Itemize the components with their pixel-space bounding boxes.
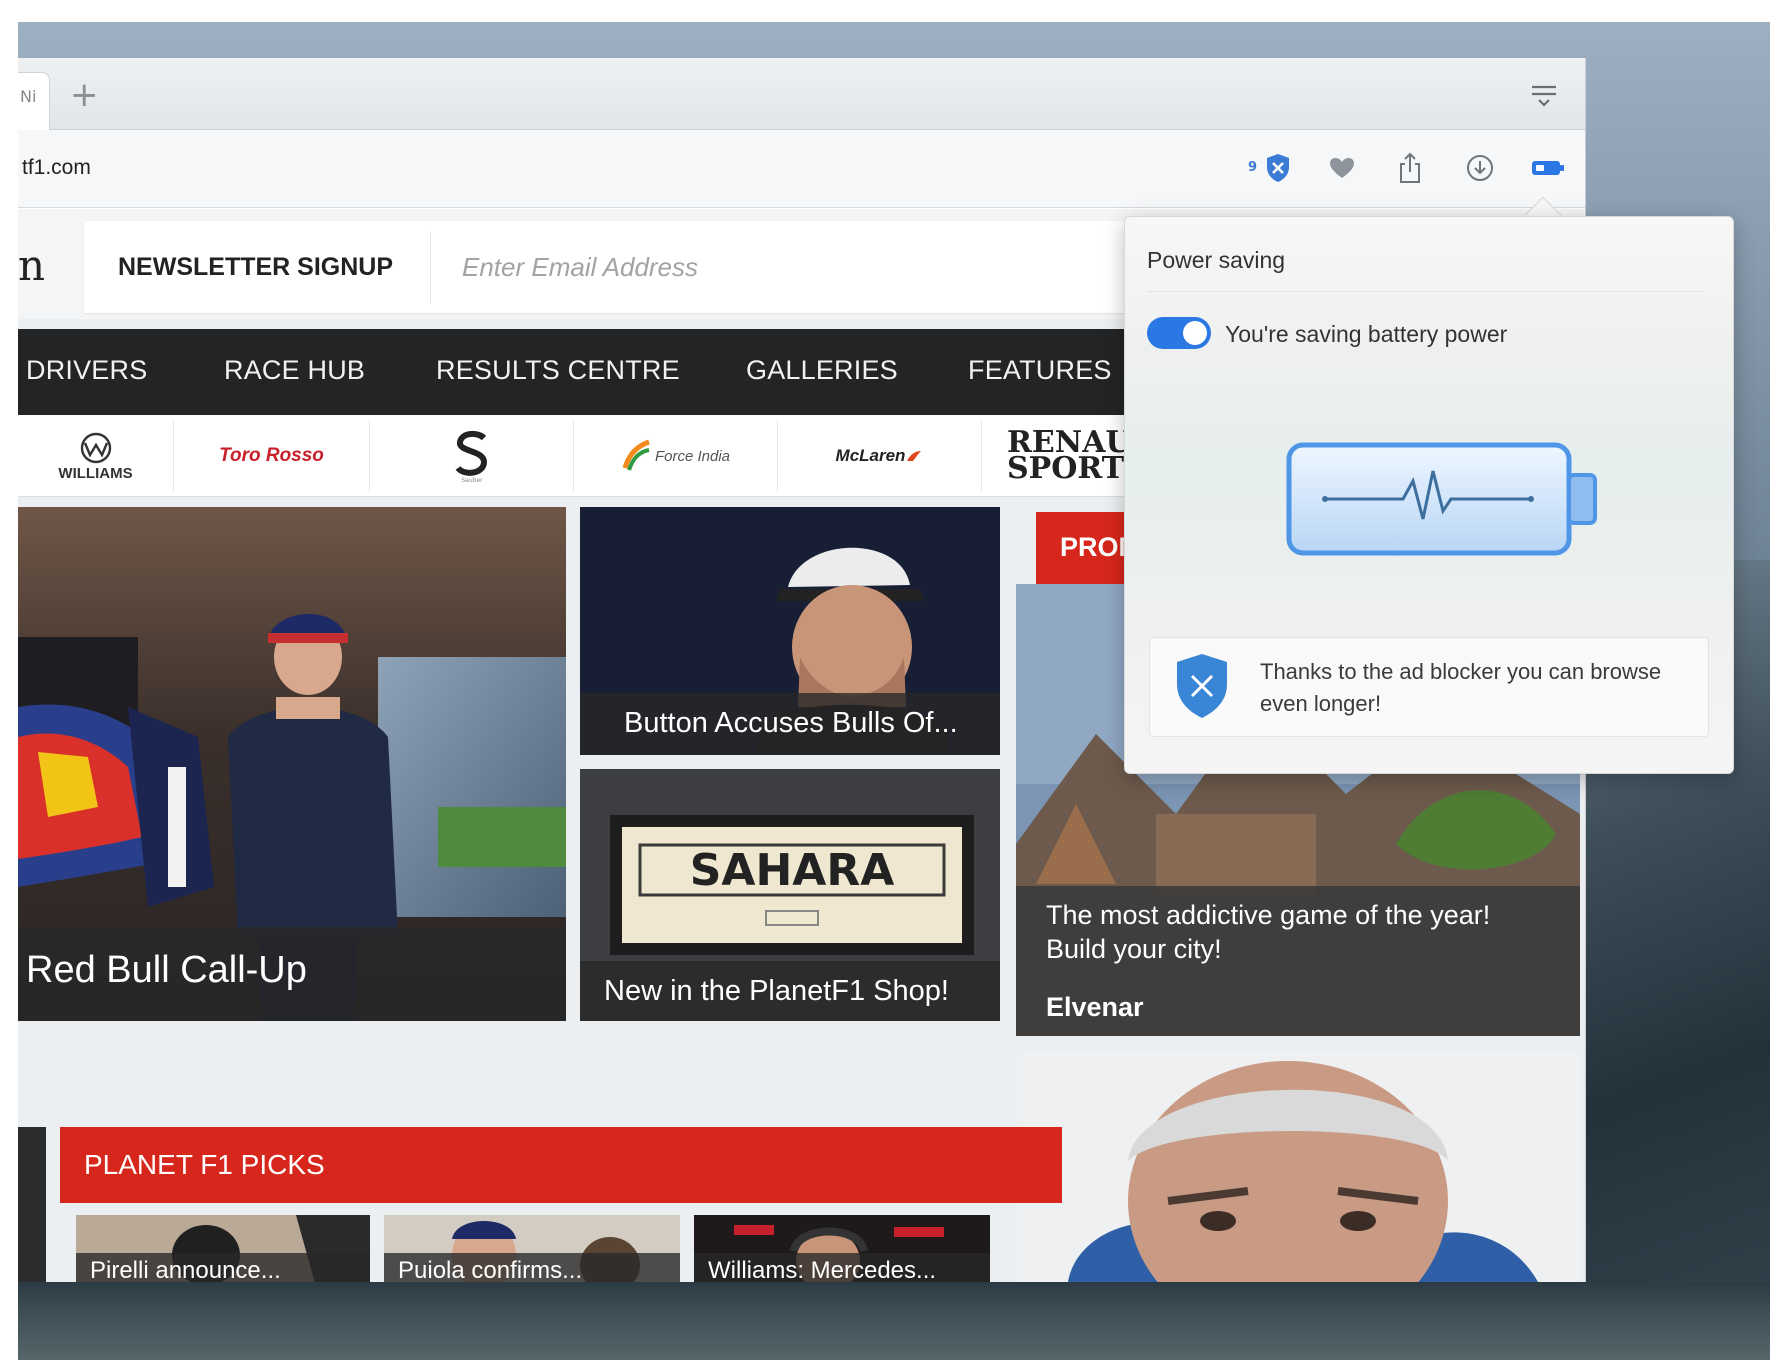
- address-bar: tf1.com 9: [18, 130, 1585, 208]
- shop-sign-text: SAHARA: [690, 845, 895, 896]
- popup-separator: [1147, 291, 1703, 292]
- story-portrait[interactable]: [1018, 1051, 1580, 1282]
- adblock-info-box: Thanks to the ad blocker you can browse …: [1149, 637, 1709, 737]
- share-icon[interactable]: [1392, 148, 1428, 188]
- story-button-caption: Button Accuses Bulls Of...: [624, 707, 958, 739]
- promo-source: Elvenar: [1046, 992, 1144, 1022]
- story-red-bull-caption-bar: Red Bull Call-Up: [18, 927, 566, 1021]
- nav-item-features[interactable]: FEATURES: [968, 355, 1112, 386]
- pick-pirelli-caption-bar: Pirelli announce...: [76, 1253, 370, 1282]
- shield-icon: [1177, 654, 1227, 718]
- team-name-sauber: Sauber: [461, 477, 483, 484]
- team-name-force-india: Force India: [654, 447, 731, 465]
- promo-caption-line-1: The most addictive game of the year!: [1046, 900, 1491, 930]
- pick-puiola-caption: Puiola confirms...: [398, 1257, 583, 1282]
- tab-current[interactable]: Ni: [18, 72, 50, 130]
- adblock-shield-icon[interactable]: [1260, 148, 1296, 188]
- newsletter-label: NEWSLETTER SIGNUP: [118, 253, 394, 281]
- story-shop-caption: New in the PlanetF1 Shop!: [604, 975, 949, 1007]
- story-button[interactable]: Button Accuses Bulls Of...: [580, 507, 1000, 755]
- team-name-toro-rosso: Toro Rosso: [219, 445, 324, 466]
- story-portrait-image: [1018, 1051, 1580, 1282]
- promo-caption-bar: The most addictive game of the year! Bui…: [1016, 886, 1580, 1036]
- team-logo-toro-rosso[interactable]: Toro Rosso: [174, 421, 370, 491]
- pick-item-williams[interactable]: Williams: Mercedes...: [694, 1215, 990, 1282]
- team-logo-williams[interactable]: WILLIAMS: [18, 421, 174, 491]
- heart-icon[interactable]: [1324, 148, 1360, 188]
- screen-border-top: [0, 0, 1770, 22]
- story-shop[interactable]: SAHARA New in the PlanetF1 Shop!: [580, 769, 1000, 1021]
- story-red-bull[interactable]: Red Bull Call-Up: [18, 507, 566, 1021]
- pick-pirelli-caption: Pirelli announce...: [90, 1257, 281, 1282]
- newsletter-divider: [430, 231, 431, 303]
- popup-title: Power saving: [1147, 247, 1286, 273]
- screen-border-left: [0, 0, 18, 1360]
- nav-item-results-centre[interactable]: RESULTS CENTRE: [436, 355, 680, 386]
- pick-item-pirelli[interactable]: Pirelli announce...: [76, 1215, 370, 1282]
- site-logo-fragment[interactable]: n: [18, 241, 45, 290]
- team-name-renault: RENAULT SPORT: [1007, 425, 1173, 486]
- power-saving-toggle-label: You're saving battery power: [1225, 321, 1508, 347]
- tab-menu-icon[interactable]: [1530, 84, 1558, 115]
- team-logo-force-india[interactable]: Force India: [574, 421, 778, 491]
- tab-label: Ni: [20, 87, 37, 106]
- adblock-count-badge: 9: [1248, 160, 1258, 175]
- download-icon[interactable]: [1462, 148, 1498, 188]
- nav-item-galleries[interactable]: GALLERIES: [746, 355, 898, 386]
- power-saving-popup: Power saving You're saving battery power…: [1124, 216, 1734, 774]
- toggle-knob: [1183, 321, 1207, 345]
- new-tab-button[interactable]: +: [70, 78, 99, 112]
- power-saving-toggle[interactable]: [1147, 317, 1211, 349]
- battery-heartbeat-icon: [1285, 441, 1605, 565]
- team-logo-sauber[interactable]: Sauber: [370, 421, 574, 491]
- desktop-wallpaper-bottom: [18, 1282, 1770, 1360]
- pick-item-puiola[interactable]: Puiola confirms...: [384, 1215, 680, 1282]
- nav-item-race-hub[interactable]: RACE HUB: [224, 355, 365, 386]
- left-dark-strip: [18, 1127, 46, 1282]
- adblock-info-text: Thanks to the ad blocker you can browse …: [1260, 659, 1662, 716]
- url-field[interactable]: tf1.com: [22, 156, 91, 180]
- team-name-williams: WILLIAMS: [58, 464, 133, 482]
- pick-williams-caption: Williams: Mercedes...: [708, 1257, 937, 1282]
- tab-bar: Ni +: [18, 58, 1585, 130]
- pick-puiola-caption-bar: Puiola confirms...: [384, 1253, 680, 1282]
- nav-item-drivers[interactable]: DRIVERS: [26, 355, 147, 386]
- email-input[interactable]: [462, 241, 1102, 293]
- newsletter-box: NEWSLETTER SIGNUP: [84, 221, 1144, 313]
- picks-header: PLANET F1 PICKS: [60, 1127, 1062, 1203]
- promo-caption-line-2: Build your city!: [1046, 934, 1222, 964]
- story-button-caption-bar: Button Accuses Bulls Of...: [580, 693, 1000, 755]
- team-name-mclaren: McLaren: [835, 446, 906, 465]
- story-red-bull-caption: Red Bull Call-Up: [26, 949, 307, 991]
- team-logo-mclaren[interactable]: McLaren: [778, 421, 982, 491]
- battery-saver-icon[interactable]: [1528, 148, 1568, 188]
- story-shop-caption-bar: New in the PlanetF1 Shop!: [580, 961, 1000, 1021]
- picks-title: PLANET F1 PICKS: [84, 1149, 325, 1180]
- pick-williams-caption-bar: Williams: Mercedes...: [694, 1253, 990, 1282]
